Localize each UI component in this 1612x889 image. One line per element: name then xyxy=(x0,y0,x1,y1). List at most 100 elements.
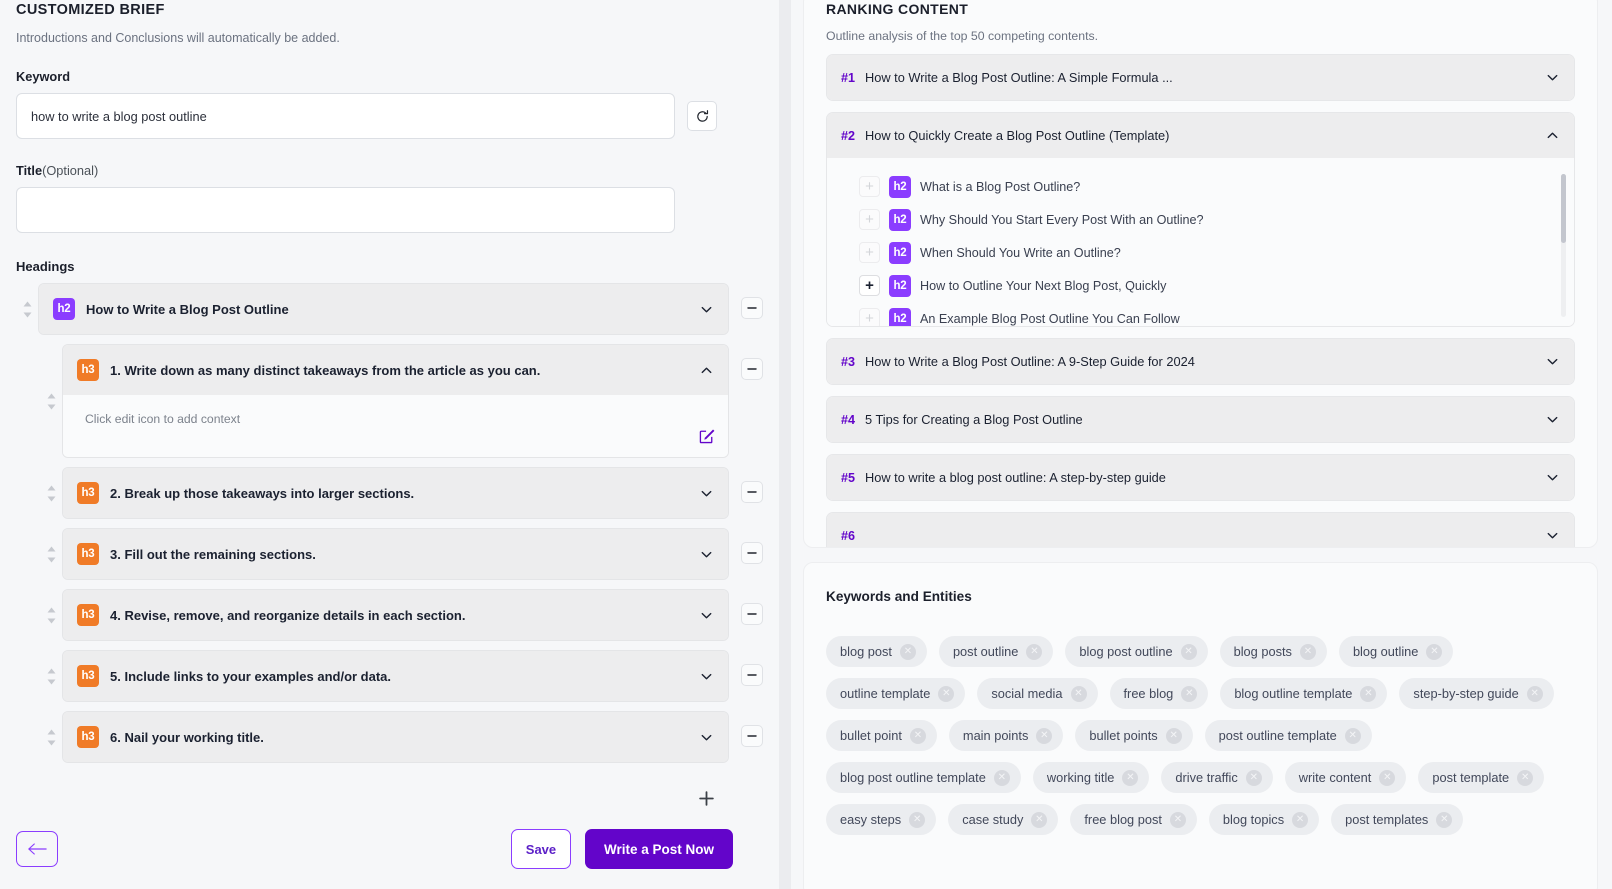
keyword-chip[interactable]: main points✕ xyxy=(949,720,1063,751)
keyword-chip[interactable]: post outline template✕ xyxy=(1205,720,1372,751)
ranking-toggle-chevron[interactable] xyxy=(1544,412,1560,427)
ranking-toggle-chevron[interactable] xyxy=(1544,528,1560,543)
keyword-chip[interactable]: post outline✕ xyxy=(939,636,1053,667)
close-icon[interactable]: ✕ xyxy=(1071,686,1087,702)
scrollbar-thumb[interactable] xyxy=(1561,174,1566,243)
save-button[interactable]: Save xyxy=(511,829,571,869)
close-icon[interactable]: ✕ xyxy=(1122,770,1138,786)
ranking-item-header[interactable]: #45 Tips for Creating a Blog Post Outlin… xyxy=(827,397,1574,442)
drag-handle[interactable] xyxy=(40,667,62,686)
keyword-chip[interactable]: social media✕ xyxy=(977,678,1097,709)
close-icon[interactable]: ✕ xyxy=(900,644,916,660)
remove-heading-button[interactable] xyxy=(741,481,763,503)
refresh-keyword-button[interactable] xyxy=(687,101,717,131)
close-icon[interactable]: ✕ xyxy=(1181,686,1197,702)
heading-card-header[interactable]: h33. Fill out the remaining sections. xyxy=(63,529,728,579)
close-icon[interactable]: ✕ xyxy=(1246,770,1262,786)
keyword-chip[interactable]: write content✕ xyxy=(1285,762,1407,793)
keyword-chip[interactable]: step-by-step guide✕ xyxy=(1399,678,1553,709)
heading-card-header[interactable]: h32. Break up those takeaways into large… xyxy=(63,468,728,518)
add-subheading-button[interactable]: + xyxy=(859,209,880,230)
heading-toggle-chevron[interactable] xyxy=(698,486,714,501)
keyword-chip[interactable]: drive traffic✕ xyxy=(1161,762,1272,793)
keyword-chip[interactable]: blog post outline✕ xyxy=(1065,636,1207,667)
drag-handle[interactable] xyxy=(40,606,62,625)
heading-card-header[interactable]: h34. Revise, remove, and reorganize deta… xyxy=(63,590,728,640)
add-subheading-button[interactable]: + xyxy=(859,308,880,326)
close-icon[interactable]: ✕ xyxy=(1426,644,1442,660)
remove-heading-button[interactable] xyxy=(741,358,763,380)
heading-card-header[interactable]: h35. Include links to your examples and/… xyxy=(63,651,728,701)
close-icon[interactable]: ✕ xyxy=(910,728,926,744)
keyword-input[interactable] xyxy=(16,93,675,139)
heading-card-header[interactable]: h2How to Write a Blog Post Outline xyxy=(39,284,728,334)
heading-toggle-chevron[interactable] xyxy=(698,730,714,745)
add-subheading-button[interactable]: + xyxy=(859,242,880,263)
remove-heading-button[interactable] xyxy=(741,664,763,686)
heading-toggle-chevron[interactable] xyxy=(698,669,714,684)
ranking-toggle-chevron[interactable] xyxy=(1544,470,1560,485)
close-icon[interactable]: ✕ xyxy=(1292,812,1308,828)
keyword-chip[interactable]: free blog post✕ xyxy=(1070,804,1197,835)
add-subheading-button[interactable]: + xyxy=(859,176,880,197)
ranking-item-header[interactable]: #3How to Write a Blog Post Outline: A 9-… xyxy=(827,339,1574,384)
edit-context-button[interactable] xyxy=(699,427,716,449)
ranking-item-header[interactable]: #5How to write a blog post outline: A st… xyxy=(827,455,1574,500)
close-icon[interactable]: ✕ xyxy=(1517,770,1533,786)
ranking-item-header[interactable]: #6 xyxy=(827,513,1574,548)
drag-handle[interactable] xyxy=(40,545,62,564)
keyword-chip[interactable]: easy steps✕ xyxy=(826,804,936,835)
add-heading-button[interactable] xyxy=(695,787,717,809)
heading-card-header[interactable]: h36. Nail your working title. xyxy=(63,712,728,762)
remove-heading-button[interactable] xyxy=(741,297,763,319)
close-icon[interactable]: ✕ xyxy=(1181,644,1197,660)
keyword-chip[interactable]: blog topics✕ xyxy=(1209,804,1319,835)
ranking-toggle-chevron[interactable] xyxy=(1544,70,1560,85)
heading-toggle-chevron[interactable] xyxy=(698,547,714,562)
heading-toggle-chevron[interactable] xyxy=(698,608,714,623)
ranking-toggle-chevron[interactable] xyxy=(1544,354,1560,369)
keyword-chip[interactable]: blog outline✕ xyxy=(1339,636,1453,667)
ranking-toggle-chevron[interactable] xyxy=(1544,128,1560,143)
close-icon[interactable]: ✕ xyxy=(938,686,954,702)
close-icon[interactable]: ✕ xyxy=(909,812,925,828)
close-icon[interactable]: ✕ xyxy=(1170,812,1186,828)
close-icon[interactable]: ✕ xyxy=(1166,728,1182,744)
close-icon[interactable]: ✕ xyxy=(1379,770,1395,786)
keyword-chip[interactable]: outline template✕ xyxy=(826,678,965,709)
drag-handle[interactable] xyxy=(40,728,62,747)
close-icon[interactable]: ✕ xyxy=(1360,686,1376,702)
drag-handle[interactable] xyxy=(16,300,38,319)
heading-toggle-chevron[interactable] xyxy=(698,302,714,317)
keyword-chip[interactable]: blog post✕ xyxy=(826,636,927,667)
heading-card-header[interactable]: h31. Write down as many distinct takeawa… xyxy=(63,345,728,395)
keyword-chip[interactable]: free blog✕ xyxy=(1110,678,1209,709)
keyword-chip[interactable]: post template✕ xyxy=(1418,762,1544,793)
close-icon[interactable]: ✕ xyxy=(1036,728,1052,744)
title-input[interactable] xyxy=(16,187,675,233)
back-button[interactable] xyxy=(16,831,58,867)
remove-heading-button[interactable] xyxy=(741,603,763,625)
remove-heading-button[interactable] xyxy=(741,542,763,564)
close-icon[interactable]: ✕ xyxy=(1031,812,1047,828)
keyword-chip[interactable]: blog outline template✕ xyxy=(1220,678,1387,709)
subheadings-scrollbar[interactable] xyxy=(1561,174,1566,317)
drag-handle[interactable] xyxy=(40,392,62,411)
drag-handle[interactable] xyxy=(40,484,62,503)
keyword-chip[interactable]: bullet points✕ xyxy=(1075,720,1192,751)
remove-heading-button[interactable] xyxy=(741,725,763,747)
ranking-item-header[interactable]: #2How to Quickly Create a Blog Post Outl… xyxy=(827,113,1574,158)
write-post-now-button[interactable]: Write a Post Now xyxy=(585,829,733,869)
keyword-chip[interactable]: case study✕ xyxy=(948,804,1058,835)
keyword-chip[interactable]: working title✕ xyxy=(1033,762,1150,793)
keyword-chip[interactable]: bullet point✕ xyxy=(826,720,937,751)
keyword-chip[interactable]: blog posts✕ xyxy=(1220,636,1327,667)
close-icon[interactable]: ✕ xyxy=(1527,686,1543,702)
ranking-item-header[interactable]: #1How to Write a Blog Post Outline: A Si… xyxy=(827,55,1574,100)
close-icon[interactable]: ✕ xyxy=(1345,728,1361,744)
add-subheading-button[interactable]: + xyxy=(859,275,880,296)
heading-toggle-chevron[interactable] xyxy=(698,363,714,378)
close-icon[interactable]: ✕ xyxy=(1300,644,1316,660)
keyword-chip[interactable]: post templates✕ xyxy=(1331,804,1463,835)
close-icon[interactable]: ✕ xyxy=(1436,812,1452,828)
